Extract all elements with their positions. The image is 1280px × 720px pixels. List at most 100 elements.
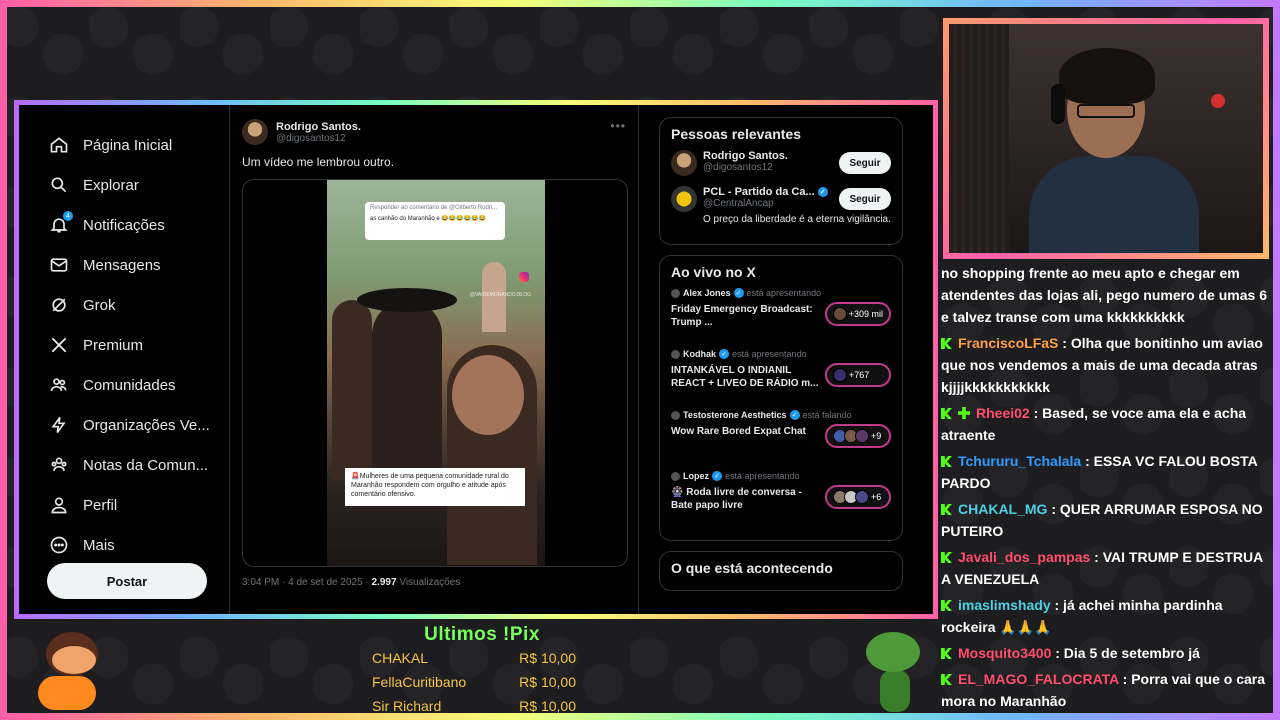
browser-capture-frame: Página Inicial Explorar 4 Notificações M… (14, 100, 938, 619)
red-lamp (1211, 94, 1225, 108)
pix-row: CHAKAL R$ 10,00 (372, 650, 592, 674)
live-title: Friday Emergency Broadcast: Trump ... (671, 304, 813, 328)
nav-label: Mensagens (83, 256, 161, 274)
live-host: Lopez ✓ está apresentando (671, 471, 891, 481)
live-item[interactable]: Testosterone Aesthetics ✓ está falando W… (671, 410, 891, 463)
tweet-meta: 3:04 PM · 4 de set de 2025 · 2.997 Visua… (242, 577, 460, 588)
follow-button[interactable]: Seguir (839, 188, 891, 210)
avatar[interactable] (242, 119, 268, 145)
nav-item-notifications[interactable]: 4 Notificações (49, 205, 229, 245)
video-person (332, 300, 372, 480)
video-player[interactable]: Responder ao comentário de @Gilberto Rod… (327, 180, 545, 566)
live-item[interactable]: Kodhak ✓ está apresentando INTANKÁVEL O … (671, 349, 891, 402)
nav-item-profile[interactable]: Perfil (49, 485, 229, 525)
video-comment-overlay: Responder ao comentário de @Gilberto Rod… (365, 202, 505, 240)
chat-message: EL_MAGO_FALOCRATA : Porra vai que o cara… (941, 668, 1271, 712)
frog-body (880, 670, 910, 712)
pix-amount: R$ 10,00 (519, 650, 576, 666)
latest-pix-panel: Ultimos !Pix CHAKAL R$ 10,00 FellaCuriti… (372, 624, 592, 720)
person-name[interactable]: PCL - Partido da Ca... (703, 186, 815, 198)
chat-message: imaslimshady : já achei minha pardinha r… (941, 594, 1271, 638)
nav-label: Organizações Ve... (83, 416, 210, 434)
relevant-people-card: Pessoas relevantes Rodrigo Santos. @digo… (659, 117, 903, 245)
author-handle[interactable]: @digosantos12 (276, 133, 361, 144)
tweet-column: Rodrigo Santos. @digosantos12 ••• Um víd… (229, 105, 639, 614)
chat-username[interactable]: FranciscoLFaS (958, 335, 1058, 351)
nav-item-home[interactable]: Página Inicial (49, 125, 229, 165)
person-handle: @digosantos12 (703, 162, 773, 173)
nav-label: Mais (83, 536, 115, 554)
streamer-body (1029, 156, 1199, 253)
live-listeners-pill[interactable]: +767 (825, 363, 891, 387)
video-caption: 🚨Mulheres de uma pequena comunidade rura… (345, 468, 525, 506)
live-listeners-pill[interactable]: +9 (825, 424, 891, 448)
live-host: Kodhak ✓ está apresentando (671, 349, 891, 359)
tweet-timestamp[interactable]: 3:04 PM · 4 de set de 2025 · (242, 577, 372, 588)
people-icon (49, 375, 69, 395)
nav-label: Comunidades (83, 376, 176, 394)
pix-amount: R$ 10,00 (519, 698, 576, 714)
mascot-body (38, 676, 96, 710)
avatar (855, 490, 869, 504)
live-item[interactable]: Lopez ✓ está apresentando 🎡 Roda livre d… (671, 471, 891, 524)
card-title: Pessoas relevantes (671, 126, 801, 142)
nav-item-grok[interactable]: Grok (49, 285, 229, 325)
chat-username[interactable]: imaslimshady (958, 597, 1051, 613)
chat-username[interactable]: EL_MAGO_FALOCRATA (958, 671, 1119, 687)
glasses (1077, 104, 1135, 118)
chat-username[interactable]: Javali_dos_pampas (958, 549, 1090, 565)
post-button[interactable]: Postar (47, 563, 207, 599)
nav-item-communities[interactable]: Comunidades (49, 365, 229, 405)
follow-button[interactable]: Seguir (839, 152, 891, 174)
pix-row: FellaCuritibano R$ 10,00 (372, 674, 592, 698)
chat-username[interactable]: CHAKAL_MG (958, 501, 1047, 517)
avatar[interactable] (671, 186, 697, 212)
nav-item-premium[interactable]: Premium (49, 325, 229, 365)
host-status: está apresentando (732, 349, 807, 359)
live-listeners-pill[interactable]: +309 mil (824, 302, 891, 326)
nav-item-organizations[interactable]: Organizações Ve... (49, 405, 229, 445)
person-name[interactable]: Rodrigo Santos. (703, 150, 788, 162)
chat-message: Tchururu_Tchalala : ESSA VC FALOU BOSTA … (941, 450, 1271, 494)
pix-donor: CHAKAL (372, 650, 429, 666)
mascot-character-left (28, 628, 108, 714)
host-status: está apresentando (725, 471, 800, 481)
kick-badge-icon (941, 552, 952, 563)
relevant-person[interactable]: PCL - Partido da Ca... ✓ @CentralAncap O… (671, 186, 891, 226)
right-sidebar: Pessoas relevantes Rodrigo Santos. @digo… (659, 117, 903, 601)
listener-count: +6 (871, 492, 882, 502)
pix-donor: FellaCuritibano (372, 674, 467, 690)
acoustic-wall (949, 24, 1009, 253)
avatar (671, 288, 680, 298)
nav-label: Explorar (83, 176, 139, 194)
tweet-author[interactable]: Rodrigo Santos. @digosantos12 (242, 119, 361, 145)
nav-item-more[interactable]: Mais (49, 525, 229, 565)
headphone-icon (1051, 84, 1065, 124)
avatar (671, 471, 680, 481)
nav-item-messages[interactable]: Mensagens (49, 245, 229, 285)
live-item[interactable]: Alex Jones ✓ está apresentando Friday Em… (671, 288, 891, 341)
webcam-feed (949, 24, 1263, 253)
grok-icon (49, 295, 69, 315)
chat-message: CHAKAL_MG : QUER ARRUMAR ESPOSA NO PUTEI… (941, 498, 1271, 542)
verified-badge-icon: ✓ (733, 288, 744, 298)
chat-username[interactable]: Mosquito3400 (958, 645, 1051, 661)
avatar (671, 410, 680, 420)
nav-item-explore[interactable]: Explorar (49, 165, 229, 205)
kick-badge-icon (941, 338, 952, 349)
more-options-icon[interactable]: ••• (610, 119, 626, 133)
chat-username[interactable]: Rheei02 (976, 405, 1030, 421)
host-status: está falando (802, 410, 852, 420)
tweet-media[interactable]: Responder ao comentário de @Gilberto Rod… (242, 179, 628, 567)
comment-text: as canhão do Maranhão e 😂😂😂😂😂😂 (370, 216, 487, 222)
live-listeners-pill[interactable]: +6 (825, 485, 891, 509)
relevant-person[interactable]: Rodrigo Santos. @digosantos12 Seguir (671, 150, 891, 176)
avatar[interactable] (671, 150, 697, 176)
webcam-frame (943, 18, 1269, 259)
chat-username[interactable]: Tchururu_Tchalala (958, 453, 1081, 469)
chat-text: no shopping frente ao meu apto e chegar … (941, 265, 1267, 325)
chat-message: FranciscoLFaS : Olha que bonitinho um av… (941, 332, 1271, 398)
author-name[interactable]: Rodrigo Santos. (276, 121, 361, 133)
nav-item-community-notes[interactable]: Notas da Comun... (49, 445, 229, 485)
card-title: O que está acontecendo (671, 560, 833, 576)
